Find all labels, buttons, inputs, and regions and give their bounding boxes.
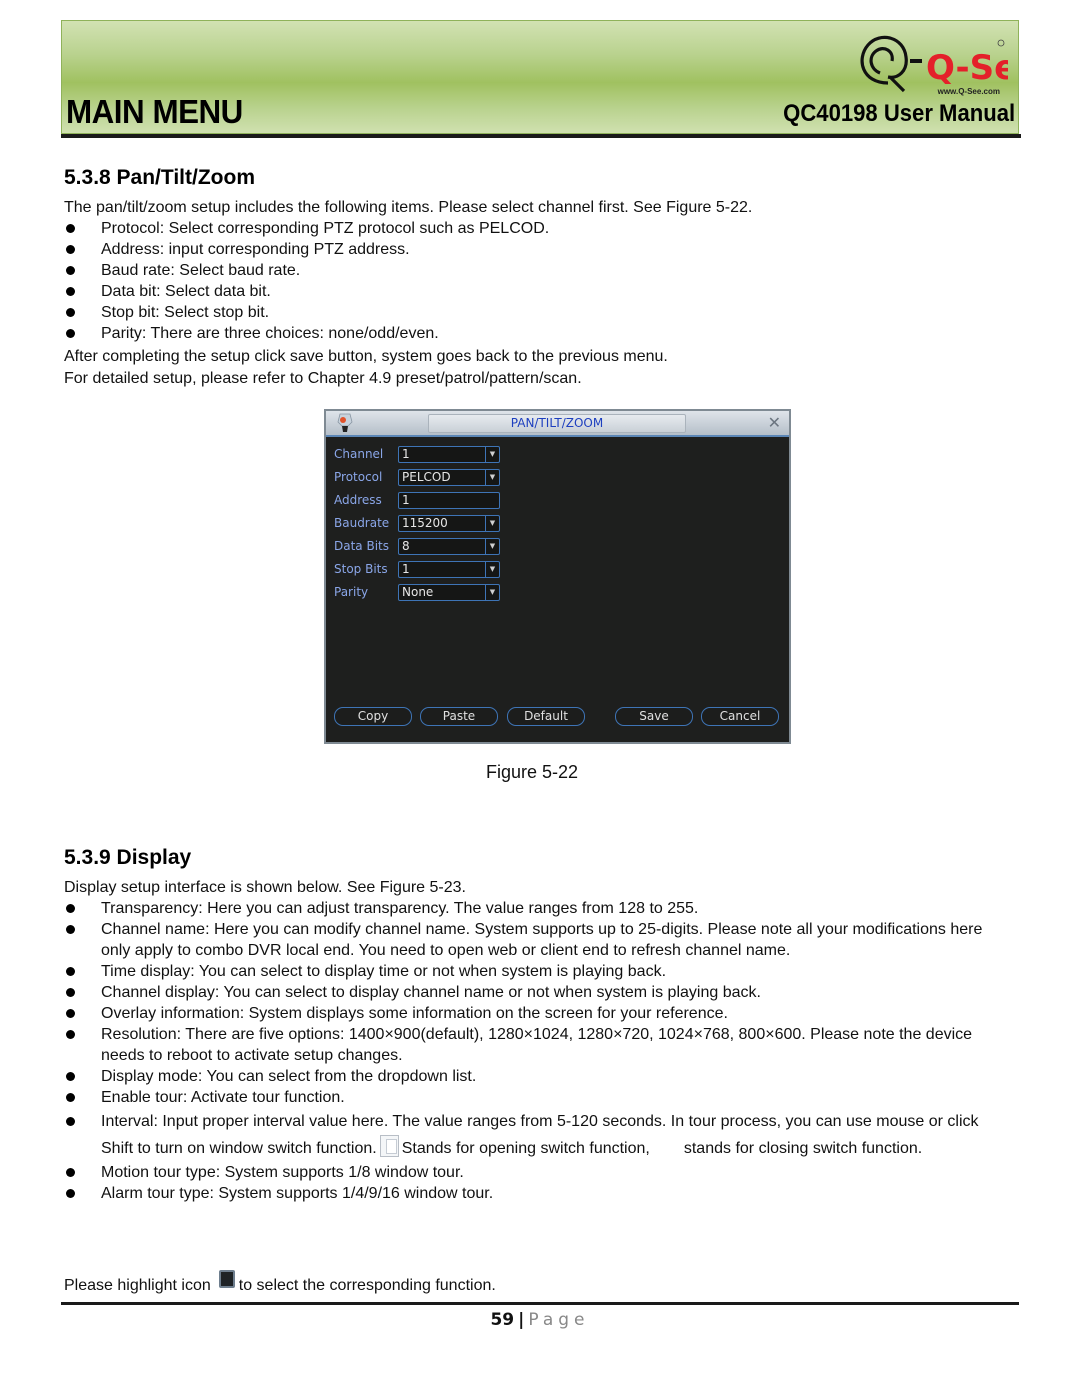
stop-bits-label: Stop Bits xyxy=(334,562,388,576)
bullet-icon xyxy=(66,1009,75,1018)
list-item: Resolution: There are five options: 1400… xyxy=(64,1024,1004,1066)
header-banner: Q-See www.Q-See.com MAIN MENU QC40198 Us… xyxy=(61,20,1019,134)
list-item: Channel display: You can select to displ… xyxy=(64,982,1004,1003)
ptz-after-text-2: For detailed setup, please refer to Chap… xyxy=(64,370,582,387)
section-heading-ptz: 5.3.8 Pan/Tilt/Zoom xyxy=(64,166,255,189)
list-item: Protocol: Select corresponding PTZ proto… xyxy=(64,218,964,239)
list-item: Transparency: Here you can adjust transp… xyxy=(64,898,1004,919)
default-button[interactable]: Default xyxy=(507,707,585,726)
header-underline xyxy=(61,134,1021,138)
chevron-down-icon[interactable]: ▼ xyxy=(485,470,499,485)
bullet-icon xyxy=(66,1168,75,1177)
channel-select[interactable]: 1 ▼ xyxy=(398,446,500,463)
parity-label: Parity xyxy=(334,585,369,599)
chevron-down-icon[interactable]: ▼ xyxy=(485,447,499,462)
bullet-icon xyxy=(66,224,75,233)
chevron-down-icon[interactable]: ▼ xyxy=(485,539,499,554)
ptz-after-text-1: After completing the setup click save bu… xyxy=(64,348,668,365)
data-bits-label: Data Bits xyxy=(334,539,389,553)
display-bullet-list: Transparency: Here you can adjust transp… xyxy=(64,898,1004,1204)
list-item: Interval: Input proper interval value he… xyxy=(64,1108,1004,1162)
highlight-instruction: Please highlight icon to select the corre… xyxy=(64,1270,496,1296)
bullet-icon xyxy=(66,329,75,338)
save-button[interactable]: Save xyxy=(615,707,693,726)
bullet-icon xyxy=(66,967,75,976)
footer-divider xyxy=(61,1302,1019,1305)
window-switch-open-icon xyxy=(379,1135,399,1157)
list-item: Motion tour type: System supports 1/8 wi… xyxy=(64,1162,1004,1183)
ptz-intro: The pan/tilt/zoom setup includes the fol… xyxy=(64,199,753,216)
ptz-dialog: PAN/TILT/ZOOM ✕ Channel 1 ▼ Protocol PELC… xyxy=(324,409,791,744)
bullet-icon xyxy=(66,925,75,934)
list-item: Parity: There are three choices: none/od… xyxy=(64,323,964,344)
display-intro: Display setup interface is shown below. … xyxy=(64,879,466,896)
page-number: 59 xyxy=(490,1310,515,1330)
cancel-button[interactable]: Cancel xyxy=(701,707,779,726)
bullet-icon xyxy=(66,988,75,997)
list-item: Data bit: Select data bit. xyxy=(64,281,964,302)
bullet-icon xyxy=(66,904,75,913)
chevron-down-icon[interactable]: ▼ xyxy=(485,516,499,531)
parity-select[interactable]: None ▼ xyxy=(398,584,500,601)
list-item: Alarm tour type: System supports 1/4/9/1… xyxy=(64,1183,1004,1204)
dialog-title: PAN/TILT/ZOOM xyxy=(428,414,686,433)
bullet-icon xyxy=(66,287,75,296)
bullet-icon xyxy=(66,308,75,317)
bullet-icon xyxy=(66,266,75,275)
stop-bits-select[interactable]: 1 ▼ xyxy=(398,561,500,578)
address-input[interactable]: 1 xyxy=(398,492,500,509)
logo-url: www.Q-See.com xyxy=(937,87,1000,96)
channel-label: Channel xyxy=(334,447,384,461)
highlight-icon xyxy=(218,1270,235,1288)
page-footer: 59 | Page xyxy=(0,1310,1080,1330)
ptz-camera-icon xyxy=(337,413,353,432)
dialog-titlebar: PAN/TILT/ZOOM ✕ xyxy=(326,411,789,437)
page-label: Page xyxy=(528,1310,590,1330)
bullet-icon xyxy=(66,1189,75,1198)
protocol-select[interactable]: PELCOD ▼ xyxy=(398,469,500,486)
data-bits-select[interactable]: 8 ▼ xyxy=(398,538,500,555)
chevron-down-icon[interactable]: ▼ xyxy=(485,562,499,577)
bullet-icon xyxy=(66,245,75,254)
bullet-icon xyxy=(66,1117,75,1126)
list-item: Address: input corresponding PTZ address… xyxy=(64,239,964,260)
protocol-label: Protocol xyxy=(334,470,383,484)
list-item: Stop bit: Select stop bit. xyxy=(64,302,964,323)
ptz-bullet-list: Protocol: Select corresponding PTZ proto… xyxy=(64,218,964,344)
list-item: Time display: You can select to display … xyxy=(64,961,1004,982)
bullet-icon xyxy=(66,1093,75,1102)
list-item: Enable tour: Activate tour function. xyxy=(64,1087,1004,1108)
bullet-icon xyxy=(66,1072,75,1081)
close-icon[interactable]: ✕ xyxy=(768,413,781,432)
baudrate-label: Baudrate xyxy=(334,516,390,530)
logo-text: Q-See xyxy=(926,48,1008,88)
paste-button[interactable]: Paste xyxy=(420,707,498,726)
chevron-down-icon[interactable]: ▼ xyxy=(485,585,499,600)
header-title: MAIN MENU xyxy=(66,93,243,130)
list-item: Channel name: Here you can modify channe… xyxy=(64,919,1004,961)
address-label: Address xyxy=(334,493,382,507)
page-separator: | xyxy=(518,1310,525,1330)
section-heading-display: 5.3.9 Display xyxy=(64,846,192,869)
list-item: Display mode: You can select from the dr… xyxy=(64,1066,1004,1087)
manual-title: QC40198 User Manual xyxy=(783,100,1015,127)
bullet-icon xyxy=(66,1030,75,1039)
baudrate-select[interactable]: 115200 ▼ xyxy=(398,515,500,532)
copy-button[interactable]: Copy xyxy=(334,707,412,726)
list-item: Overlay information: System displays som… xyxy=(64,1003,1004,1024)
figure-caption: Figure 5-22 xyxy=(486,762,579,782)
list-item: Baud rate: Select baud rate. xyxy=(64,260,964,281)
